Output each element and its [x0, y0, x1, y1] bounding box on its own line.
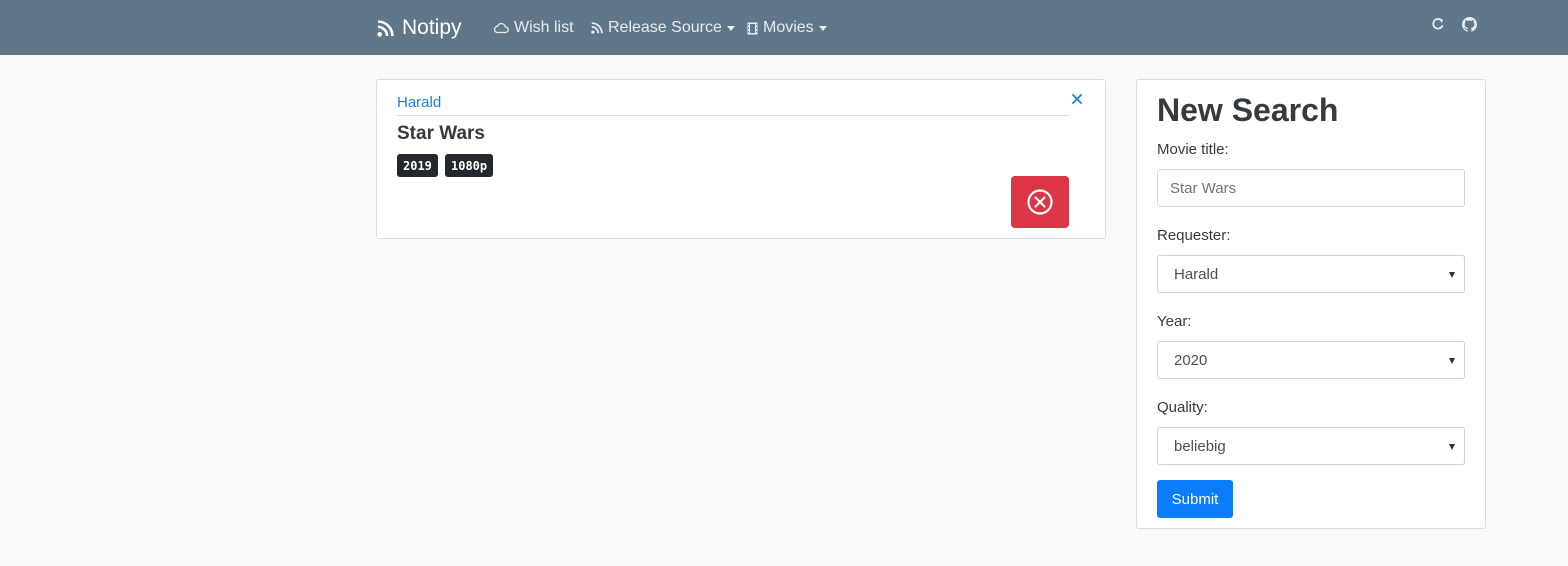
film-icon: [747, 22, 758, 34]
requester-link[interactable]: Harald: [397, 94, 441, 111]
year-badge: 2019: [397, 154, 438, 177]
quality-label: Quality:: [1157, 399, 1208, 416]
nav-movies-label: Movies: [763, 19, 814, 36]
chevron-down-icon: [726, 25, 735, 31]
brand-link[interactable]: Notipy: [377, 14, 462, 42]
divider: [397, 115, 1069, 116]
github-link[interactable]: [1462, 17, 1477, 32]
quality-select[interactable]: beliebig: [1157, 427, 1465, 465]
submit-button[interactable]: Submit: [1157, 480, 1233, 518]
delete-button[interactable]: [1011, 176, 1069, 228]
movie-title-input[interactable]: [1157, 169, 1465, 207]
chevron-down-icon: [1449, 358, 1455, 364]
search-title: New Search: [1157, 92, 1339, 128]
chevron-down-icon: [1449, 444, 1455, 450]
refresh-icon: [1432, 18, 1444, 30]
close-icon: [1072, 94, 1082, 104]
rss-icon: [377, 19, 394, 37]
brand-text: Notipy: [402, 16, 462, 39]
quality-select-value: beliebig: [1174, 437, 1226, 455]
quality-badge: 1080p: [445, 154, 494, 177]
year-label: Year:: [1157, 313, 1192, 330]
chevron-down-icon: [1449, 272, 1455, 278]
times-circle-icon: [1027, 189, 1053, 215]
year-select[interactable]: 2020: [1157, 341, 1465, 379]
nav-release-source[interactable]: Release Source: [591, 17, 735, 39]
year-select-value: 2020: [1174, 351, 1208, 369]
github-icon: [1462, 17, 1477, 32]
movie-request-card: Harald Star Wars 2019 1080p: [376, 79, 1106, 239]
rss-icon: [591, 22, 603, 34]
nav-release-source-label: Release Source: [608, 19, 722, 36]
movie-title-label: Movie title:: [1157, 141, 1229, 158]
requester-label: Requester:: [1157, 227, 1231, 244]
nav-wish-list-label: Wish list: [514, 19, 574, 36]
navbar: Notipy Wish list Release Source Movies: [0, 0, 1568, 55]
nav-wish-list[interactable]: Wish list: [493, 17, 574, 39]
nav-movies[interactable]: Movies: [747, 17, 827, 39]
chevron-down-icon: [818, 25, 827, 31]
refresh-button[interactable]: [1431, 17, 1445, 31]
close-button[interactable]: [1069, 91, 1085, 107]
requester-select-value: Harald: [1174, 265, 1219, 283]
new-search-card: New Search Movie title: Requester: Haral…: [1136, 79, 1486, 529]
movie-title: Star Wars: [397, 123, 485, 144]
cloud-icon: [493, 22, 509, 34]
requester-select[interactable]: Harald: [1157, 255, 1465, 293]
